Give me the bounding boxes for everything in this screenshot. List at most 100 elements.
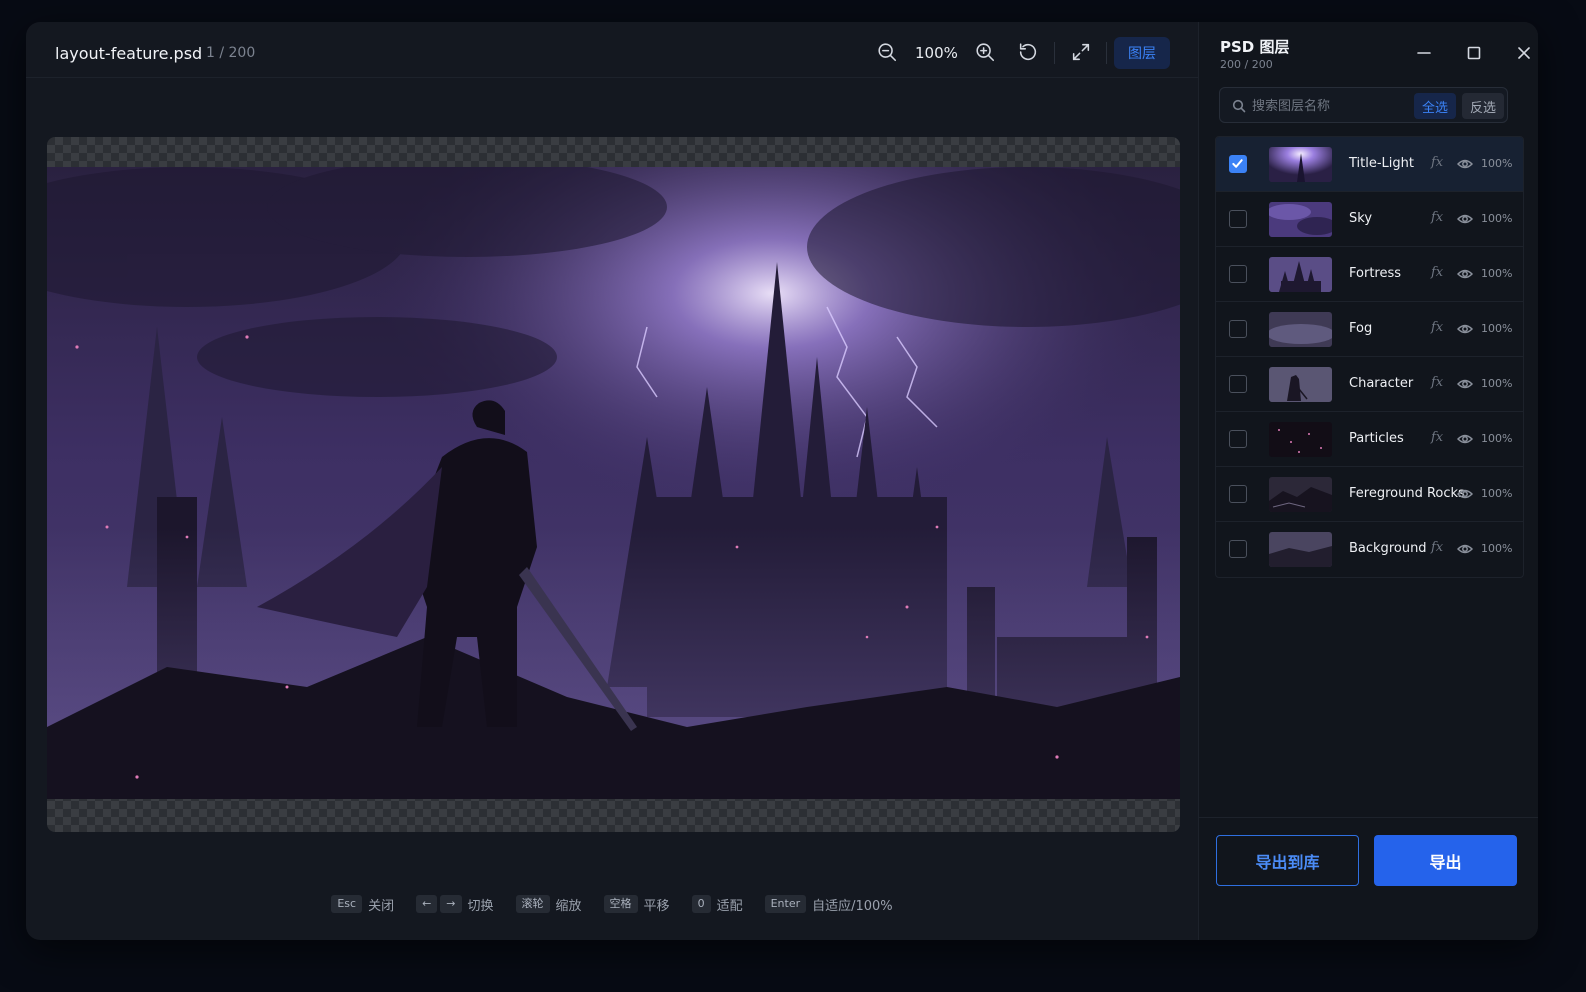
shortcut-pan: 空格 平移 xyxy=(603,895,670,914)
layer-checkbox[interactable] xyxy=(1229,155,1247,173)
shortcut-label: 切换 xyxy=(467,898,494,914)
layers-panel: PSD 图层 200 / 200 全选 反选 Title-Light fx 100%… xyxy=(1198,22,1538,940)
layer-name: Fereground Rocks xyxy=(1349,486,1465,501)
layer-thumbnail xyxy=(1269,147,1332,182)
maximize-icon xyxy=(1467,46,1481,60)
page-counter: 1 / 200 xyxy=(206,45,256,61)
layer-checkbox[interactable] xyxy=(1229,485,1247,503)
layer-effects-icon[interactable]: fx xyxy=(1431,265,1443,280)
layer-thumbnail xyxy=(1269,477,1332,512)
layer-row[interactable]: Fog fx 100% xyxy=(1216,302,1523,357)
psd-viewer-window: layout-feature.psd 1 / 200 100% 图层 Esc 关… xyxy=(26,22,1538,940)
minimize-button[interactable] xyxy=(1413,42,1435,64)
eye-icon[interactable] xyxy=(1456,431,1474,445)
export-to-library-button[interactable]: 导出到库 xyxy=(1216,835,1359,886)
eye-icon[interactable] xyxy=(1456,486,1474,500)
layer-name: Character xyxy=(1349,376,1414,391)
layer-checkbox[interactable] xyxy=(1229,375,1247,393)
eye-icon[interactable] xyxy=(1456,156,1474,170)
toolbar-divider xyxy=(1106,42,1107,64)
layer-checkbox[interactable] xyxy=(1229,540,1247,558)
layer-thumbnail xyxy=(1269,367,1332,402)
layer-checkbox[interactable] xyxy=(1229,430,1247,448)
layer-opacity: 100% xyxy=(1481,267,1513,280)
psd-artwork-image xyxy=(47,167,1180,799)
layer-row[interactable]: Particles fx 100% xyxy=(1216,412,1523,467)
eye-icon[interactable] xyxy=(1456,376,1474,390)
layer-checkbox[interactable] xyxy=(1229,320,1247,338)
layer-effects-icon[interactable]: fx xyxy=(1431,540,1443,555)
viewer-toolbar: layout-feature.psd 1 / 200 100% 图层 xyxy=(26,22,1198,78)
layer-opacity: 100% xyxy=(1481,157,1513,170)
invert-selection-button[interactable]: 反选 xyxy=(1462,93,1504,119)
layer-row[interactable]: Fereground Rocks 100% xyxy=(1216,467,1523,522)
shortcut-key: 滚轮 xyxy=(515,895,550,913)
layer-name: Fog xyxy=(1349,321,1373,336)
close-button[interactable] xyxy=(1513,42,1535,64)
file-name: layout-feature.psd xyxy=(55,44,203,63)
toolbar-divider xyxy=(1054,42,1055,64)
shortcut-key: → xyxy=(440,895,462,913)
shortcut-label: 自适应/100% xyxy=(812,898,893,914)
image-viewer: layout-feature.psd 1 / 200 100% 图层 Esc 关… xyxy=(26,22,1198,940)
search-icon xyxy=(1232,98,1246,113)
checkbox-check-icon xyxy=(1232,159,1243,168)
layer-effects-icon[interactable]: fx xyxy=(1431,320,1443,335)
layer-thumbnail xyxy=(1269,532,1332,567)
layer-thumbnail xyxy=(1269,312,1332,347)
layer-effects-icon[interactable]: fx xyxy=(1431,430,1443,445)
layer-name: Background xyxy=(1349,541,1427,556)
zoom-in-button[interactable] xyxy=(973,40,997,64)
maximize-button[interactable] xyxy=(1463,42,1485,64)
image-canvas[interactable] xyxy=(47,137,1180,832)
shortcut-close: Esc 关闭 xyxy=(331,895,394,914)
layers-panel-toggle[interactable]: 图层 xyxy=(1114,37,1170,69)
shortcut-actual-size: Enter 自适应/100% xyxy=(764,895,893,914)
layer-list: Title-Light fx 100% Sky fx 100% Fortress fx 100%… xyxy=(1215,136,1524,578)
layer-row[interactable]: Title-Light fx 100% xyxy=(1216,137,1523,192)
layer-row[interactable]: Fortress fx 100% xyxy=(1216,247,1523,302)
layer-checkbox[interactable] xyxy=(1229,210,1247,228)
layer-opacity: 100% xyxy=(1481,212,1513,225)
zoom-out-button[interactable] xyxy=(875,40,899,64)
panel-title: PSD 图层 xyxy=(1220,38,1290,56)
layer-name: Sky xyxy=(1349,211,1373,226)
eye-icon[interactable] xyxy=(1456,266,1474,280)
shortcut-switch: ← → 切换 xyxy=(416,895,494,914)
shortcut-label: 适配 xyxy=(716,898,743,914)
shortcut-key: 0 xyxy=(691,895,711,913)
layer-thumbnail xyxy=(1269,257,1332,292)
minimize-icon xyxy=(1417,52,1431,54)
eye-icon[interactable] xyxy=(1456,541,1474,555)
export-button[interactable]: 导出 xyxy=(1374,835,1517,886)
shortcut-fit: 0 适配 xyxy=(691,895,743,914)
layer-search-box: 全选 反选 xyxy=(1219,87,1508,123)
keyboard-shortcuts-bar: Esc 关闭 ← → 切换 滚轮 缩放 空格 平移 0 适配 Enter 自适应… xyxy=(26,894,1198,914)
shortcut-zoom: 滚轮 缩放 xyxy=(515,895,582,914)
fullscreen-button[interactable] xyxy=(1069,40,1093,64)
eye-icon[interactable] xyxy=(1456,211,1474,225)
layer-search-input[interactable] xyxy=(1252,94,1410,118)
layer-row[interactable]: Character fx 100% xyxy=(1216,357,1523,412)
layer-thumbnail xyxy=(1269,422,1332,457)
zoom-out-icon xyxy=(878,43,897,62)
shortcut-label: 关闭 xyxy=(368,898,395,914)
layer-thumbnail xyxy=(1269,202,1332,237)
shortcut-key: Esc xyxy=(331,895,363,913)
layer-name: Particles xyxy=(1349,431,1404,446)
layer-row[interactable]: Sky fx 100% xyxy=(1216,192,1523,247)
shortcut-key: Enter xyxy=(764,895,807,913)
shortcut-label: 缩放 xyxy=(555,898,582,914)
rotate-button[interactable] xyxy=(1016,40,1040,64)
layer-row[interactable]: Background fx 100% xyxy=(1216,522,1523,577)
layer-name: Fortress xyxy=(1349,266,1402,281)
eye-icon[interactable] xyxy=(1456,321,1474,335)
layer-checkbox[interactable] xyxy=(1229,265,1247,283)
layer-opacity: 100% xyxy=(1481,432,1513,445)
layer-name: Title-Light xyxy=(1349,156,1414,171)
layer-opacity: 100% xyxy=(1481,487,1513,500)
layer-effects-icon[interactable]: fx xyxy=(1431,210,1443,225)
layer-effects-icon[interactable]: fx xyxy=(1431,375,1443,390)
select-all-button[interactable]: 全选 xyxy=(1414,93,1456,119)
layer-effects-icon[interactable]: fx xyxy=(1431,155,1443,170)
